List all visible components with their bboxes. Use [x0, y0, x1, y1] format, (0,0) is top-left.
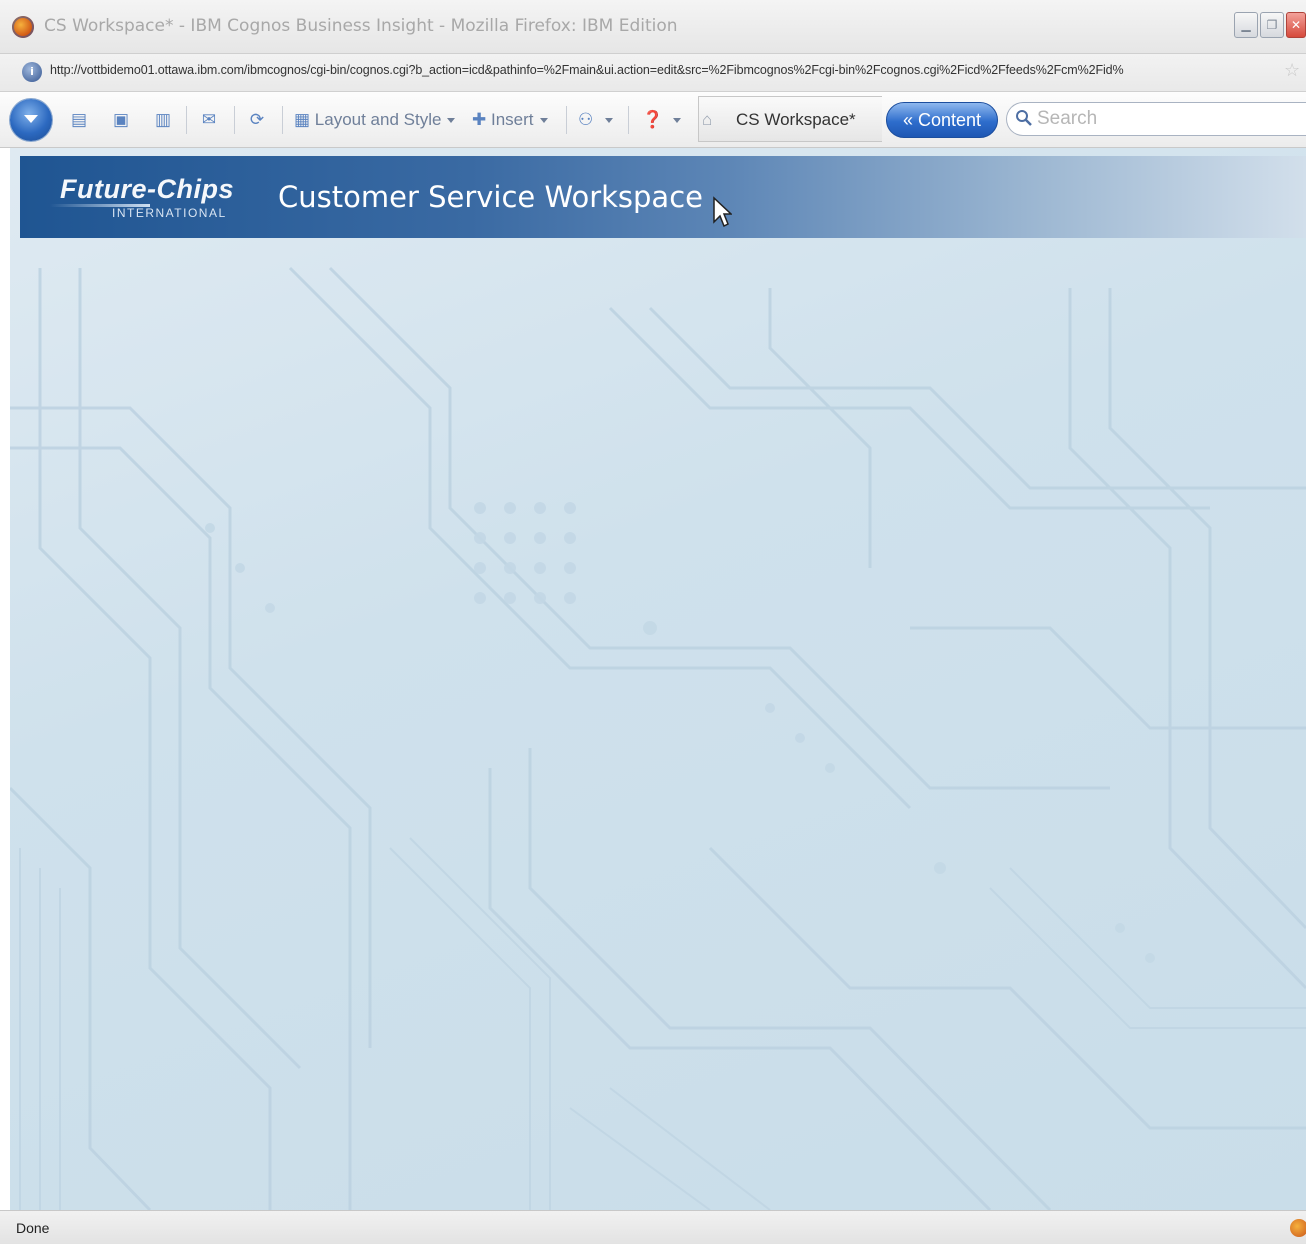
chevron-down-icon [447, 118, 456, 124]
page-title: Customer Service Workspace [278, 180, 703, 214]
url-field[interactable]: http://vottbidemo01.ottawa.ibm.com/ibmco… [50, 63, 1278, 77]
chevron-down-icon [605, 118, 614, 124]
save-icon[interactable]: ▥ [152, 108, 174, 132]
firefox-status-icon [1290, 1219, 1306, 1237]
toolbar-separator [186, 106, 187, 134]
content-pane-button[interactable]: « Content [886, 102, 998, 138]
close-button[interactable]: ✕ [1286, 12, 1306, 38]
toolbar-separator [234, 106, 235, 134]
insert-menu[interactable]: ✚ Insert [472, 108, 548, 132]
insert-label: Insert [490, 110, 534, 129]
home-icon[interactable]: ⌂ [702, 108, 712, 132]
workspace-name: CS Workspace* [736, 110, 856, 129]
toolbar-separator [282, 106, 283, 134]
app-menu-button[interactable] [10, 99, 52, 141]
app-toolbar: ▤ ▣ ▥ ✉ ⟳ ▦ Layout and Style ✚ Insert ⚇ … [0, 92, 1306, 148]
status-bar: Done [0, 1210, 1306, 1244]
firefox-icon [12, 16, 34, 38]
workspace-canvas[interactable]: Future-Chips INTERNATIONAL Customer Serv… [10, 148, 1306, 1210]
status-text: Done [16, 1220, 50, 1236]
layout-and-style-label: Layout and Style [314, 110, 442, 129]
help-icon: ❓ [642, 110, 664, 129]
company-logo: Future-Chips [60, 174, 234, 204]
search-input[interactable] [1037, 107, 1297, 131]
email-icon[interactable]: ✉ [198, 108, 220, 132]
chevron-down-icon [24, 115, 38, 123]
maximize-button[interactable]: ❐ [1260, 12, 1284, 38]
plus-icon: ✚ [472, 110, 487, 129]
minimize-button[interactable]: ▁ [1234, 12, 1258, 38]
mouse-cursor-icon [713, 196, 732, 228]
new-workspace-icon[interactable]: ▤ [68, 108, 90, 132]
company-logo-subtext: INTERNATIONAL [112, 206, 227, 220]
refresh-icon[interactable]: ⟳ [246, 108, 268, 132]
help-menu[interactable]: ❓ [642, 108, 682, 132]
bookmark-star-icon[interactable]: ☆ [1284, 62, 1300, 80]
chevron-down-icon [673, 118, 682, 124]
workspace-banner: Future-Chips INTERNATIONAL Customer Serv… [20, 156, 1306, 238]
layout-icon: ▦ [294, 110, 311, 129]
window-title: CS Workspace* - IBM Cognos Business Insi… [44, 16, 678, 36]
chevron-down-icon [539, 118, 548, 124]
layout-and-style-menu[interactable]: ▦ Layout and Style [294, 108, 456, 132]
search-box[interactable] [1006, 102, 1306, 136]
toolbar-separator [628, 106, 629, 134]
collaborate-icon: ⚇ [578, 110, 594, 129]
collaborate-menu[interactable]: ⚇ [578, 108, 614, 132]
toolbar-separator [566, 106, 567, 134]
circuit-board-background [10, 266, 1306, 1210]
address-bar[interactable]: i http://vottbidemo01.ottawa.ibm.com/ibm… [0, 54, 1306, 92]
search-icon [1016, 110, 1032, 126]
window-title-bar: CS Workspace* - IBM Cognos Business Insi… [0, 0, 1306, 54]
open-folder-icon[interactable]: ▣ [110, 108, 132, 132]
site-identity-icon[interactable]: i [22, 62, 42, 82]
